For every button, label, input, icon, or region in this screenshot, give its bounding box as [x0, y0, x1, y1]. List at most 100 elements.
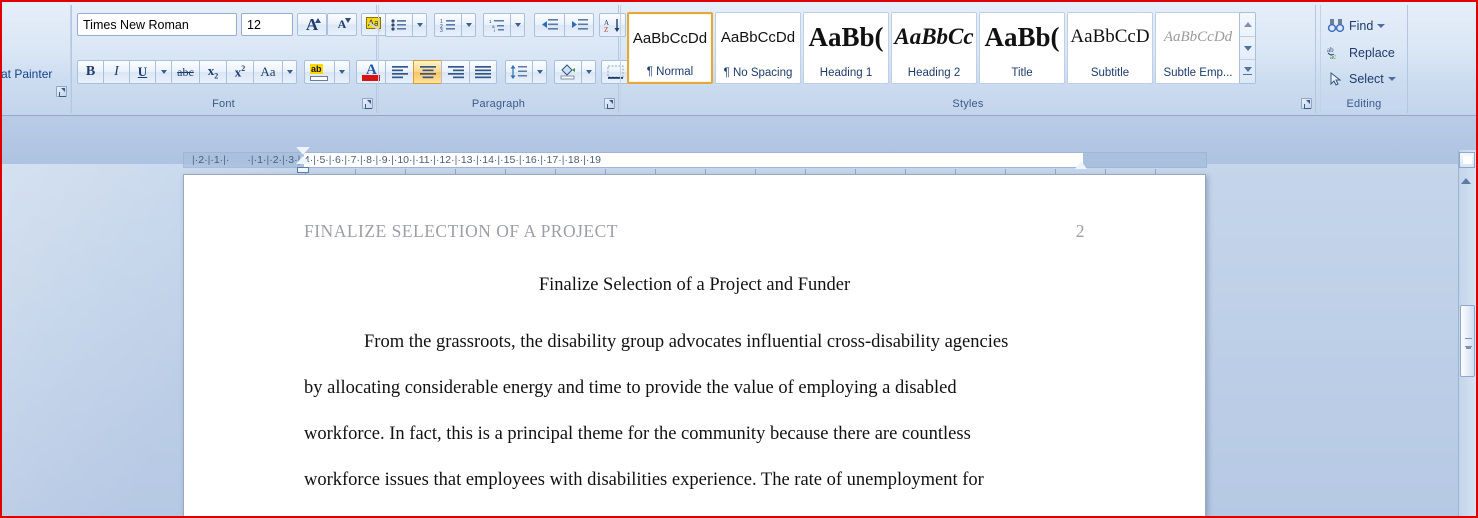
- style-preview: AaBbCcD: [1070, 26, 1150, 47]
- cursor-arrow-icon: [1327, 71, 1346, 87]
- style-name: ¶ Normal: [646, 66, 694, 78]
- replace-button[interactable]: ab ac Replace: [1327, 42, 1395, 64]
- paragraph-line: From the grassroots, the disability grou…: [364, 332, 1009, 352]
- document-page[interactable]: FINALIZE SELECTION OF A PROJECT 2 Finali…: [183, 174, 1206, 516]
- style-preview: AaBbCcDd: [632, 29, 708, 47]
- style-preview: AaBb(: [808, 21, 884, 52]
- strikethrough-button[interactable]: abc: [171, 60, 199, 84]
- line-spacing-button[interactable]: [505, 60, 532, 84]
- style-tile-heading-2[interactable]: AaBbCc Heading 2: [891, 12, 977, 84]
- document-body[interactable]: Finalize Selection of a Project and Fund…: [304, 275, 1085, 516]
- font-size-combobox[interactable]: 12: [241, 13, 293, 36]
- page-header[interactable]: FINALIZE SELECTION OF A PROJECT 2: [304, 221, 1085, 242]
- select-label: Select: [1349, 72, 1384, 86]
- header-text: FINALIZE SELECTION OF A PROJECT: [304, 221, 618, 241]
- bullets-dropdown[interactable]: [412, 13, 427, 37]
- style-name: Title: [1011, 67, 1033, 79]
- align-center-button[interactable]: [413, 60, 441, 84]
- ribbon-group-paragraph: 123 1ai AZ ¶: [378, 5, 658, 113]
- underline-button[interactable]: U: [129, 60, 155, 84]
- styles-group-label: Styles: [952, 98, 984, 110]
- shading-button[interactable]: [554, 60, 581, 84]
- styles-dialog-launcher[interactable]: [1301, 98, 1312, 109]
- justify-button[interactable]: [469, 60, 497, 84]
- chevron-down-icon: [514, 23, 521, 27]
- decrease-indent-icon: [542, 19, 558, 30]
- increase-indent-button[interactable]: [564, 13, 594, 37]
- text-highlight-button[interactable]: ab: [304, 60, 334, 84]
- styles-scroll-down-button[interactable]: [1240, 36, 1255, 59]
- multilevel-list-dropdown[interactable]: [510, 13, 525, 37]
- shrink-font-button[interactable]: A: [327, 13, 357, 36]
- style-tile-subtle-emp[interactable]: AaBbCcDd Subtle Emp...: [1155, 12, 1241, 84]
- ribbon-group-styles: AaBbCcDd ¶ Normal AaBbCcDd ¶ No Spacing AaBb…: [620, 5, 1316, 113]
- grow-font-button[interactable]: A: [297, 13, 327, 36]
- style-name: Subtle Emp...: [1163, 67, 1233, 79]
- bullets-button[interactable]: [385, 13, 412, 37]
- align-right-icon: [447, 65, 464, 78]
- first-line-indent-outline: [296, 147, 310, 155]
- align-left-icon: [391, 65, 408, 78]
- multilevel-list-button[interactable]: 1ai: [483, 13, 510, 37]
- style-tile-title[interactable]: AaBb(Title: [979, 12, 1065, 84]
- styles-more-button[interactable]: [1240, 59, 1255, 82]
- chevron-down-icon: [160, 70, 167, 74]
- replace-label: Replace: [1349, 46, 1395, 60]
- style-name: Subtitle: [1090, 67, 1130, 79]
- subscript-button[interactable]: x2: [199, 60, 226, 84]
- vertical-scrollbar[interactable]: [1458, 150, 1476, 516]
- multilevel-list-icon: 1ai: [489, 19, 504, 32]
- underline-dropdown[interactable]: [155, 60, 171, 84]
- font-dialog-launcher[interactable]: [362, 98, 373, 109]
- select-button[interactable]: Select: [1327, 68, 1396, 90]
- paint-bucket-icon: [560, 64, 575, 80]
- text-highlight-dropdown[interactable]: [334, 60, 350, 84]
- subscript-icon: x2: [207, 63, 219, 81]
- word-application-window: at Painter Times New Roman 12 A A Aa B I…: [2, 2, 1476, 516]
- style-tile-subtitle[interactable]: AaBbCcD Subtitle: [1067, 12, 1153, 84]
- style-name: Heading 2: [907, 67, 961, 79]
- ruler-band: | · 2 · | · 1 · | · · | · 1 · | · 2 · | …: [2, 116, 1476, 174]
- superscript-button[interactable]: x2: [226, 60, 253, 84]
- hanging-indent-icon: [296, 156, 310, 164]
- style-tile-normal[interactable]: AaBbCcDd ¶ Normal: [627, 12, 713, 84]
- highlight-color-swatch: [310, 76, 328, 81]
- scroll-up-button[interactable]: [1461, 178, 1471, 184]
- chevron-down-icon: [536, 70, 543, 74]
- numbering-button[interactable]: 123: [434, 13, 461, 37]
- down-arrow-icon: [345, 18, 351, 23]
- document-area: FINALIZE SELECTION OF A PROJECT 2 Finali…: [2, 164, 1476, 516]
- svg-text:3: 3: [440, 28, 443, 32]
- numbering-dropdown[interactable]: [461, 13, 476, 37]
- hanging-indent-marker[interactable]: [296, 155, 310, 164]
- bold-button[interactable]: B: [77, 60, 103, 84]
- chevron-down-icon: [339, 70, 345, 74]
- styles-scroll-up-button[interactable]: [1240, 13, 1255, 36]
- chevron-down-icon: [1387, 77, 1396, 81]
- align-right-button[interactable]: [441, 60, 469, 84]
- chevron-up-icon: [1243, 22, 1252, 27]
- italic-button[interactable]: I: [103, 60, 129, 84]
- format-painter-button[interactable]: at Painter: [2, 67, 52, 81]
- decrease-indent-button[interactable]: [534, 13, 564, 37]
- font-size-value: 12: [247, 17, 261, 32]
- change-case-dropdown[interactable]: [282, 60, 297, 84]
- paragraph-dialog-launcher[interactable]: [604, 98, 615, 109]
- change-case-button[interactable]: Aa: [253, 60, 282, 84]
- ribbon: at Painter Times New Roman 12 A A Aa B I…: [2, 2, 1476, 116]
- style-tile-no-spacing[interactable]: AaBbCcDd ¶ No Spacing: [715, 12, 801, 84]
- styles-gallery-scroll[interactable]: [1239, 12, 1256, 84]
- line-spacing-dropdown[interactable]: [532, 60, 547, 84]
- font-name-value: Times New Roman: [83, 17, 189, 32]
- clipboard-dialog-launcher[interactable]: [56, 86, 67, 97]
- align-left-button[interactable]: [385, 60, 413, 84]
- font-name-combobox[interactable]: Times New Roman: [77, 13, 237, 36]
- scrollbar-thumb[interactable]: [1460, 305, 1475, 377]
- style-name: Heading 1: [819, 67, 873, 79]
- chevron-down-icon: [1243, 45, 1252, 51]
- shading-dropdown[interactable]: [581, 60, 596, 84]
- line-spacing-icon: [510, 65, 527, 79]
- view-ruler-button[interactable]: [1459, 152, 1475, 168]
- style-tile-heading-1[interactable]: AaBb( Heading 1: [803, 12, 889, 84]
- find-button[interactable]: Find: [1327, 15, 1386, 37]
